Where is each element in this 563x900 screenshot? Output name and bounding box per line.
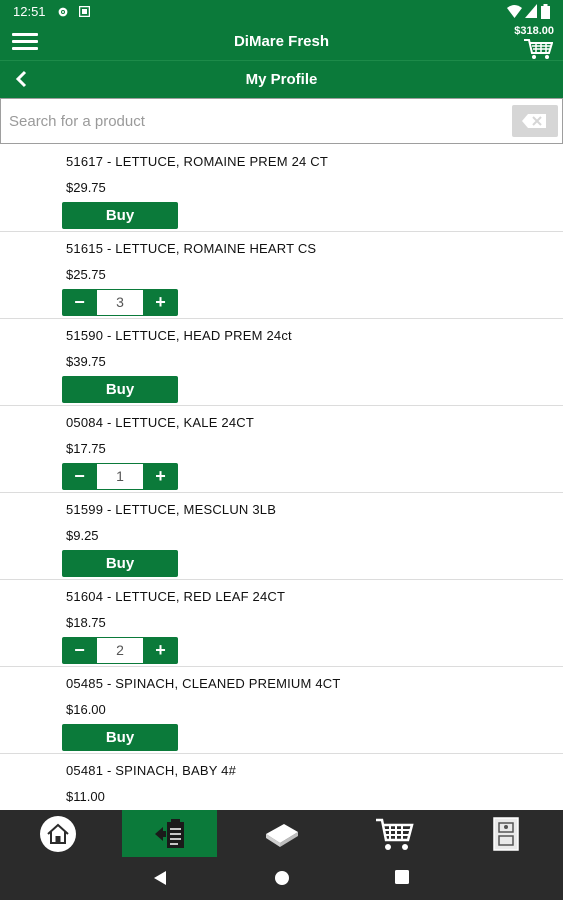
tab-home[interactable] — [10, 810, 105, 857]
decrease-quantity-button[interactable]: − — [62, 637, 97, 664]
back-nav-icon[interactable] — [152, 870, 168, 886]
buy-button[interactable]: Buy — [62, 550, 178, 577]
quantity-stepper: − 2 + — [62, 637, 178, 664]
product-name: 05485 - SPINACH, CLEANED PREMIUM 4CT — [66, 676, 341, 691]
recents-nav-icon[interactable] — [395, 870, 409, 884]
product-row: 51590 - LETTUCE, HEAD PREM 24ct $39.75 B… — [0, 319, 563, 406]
buy-button[interactable]: Buy — [62, 202, 178, 229]
tab-catalog[interactable] — [234, 810, 329, 857]
settings-icon — [58, 7, 68, 17]
product-row: 05481 - SPINACH, BABY 4# $11.00 — [0, 754, 563, 810]
search-input[interactable] — [9, 107, 509, 135]
product-row: 05485 - SPINACH, CLEANED PREMIUM 4CT $16… — [0, 667, 563, 754]
product-row: 51615 - LETTUCE, ROMAINE HEART CS $25.75… — [0, 232, 563, 319]
product-price: $9.25 — [66, 528, 99, 543]
product-name: 51615 - LETTUCE, ROMAINE HEART CS — [66, 241, 317, 256]
increase-quantity-button[interactable]: + — [143, 463, 178, 490]
product-row: 51599 - LETTUCE, MESCLUN 3LB $9.25 Buy — [0, 493, 563, 580]
quantity-field[interactable]: 2 — [97, 637, 143, 664]
product-name: 05481 - SPINACH, BABY 4# — [66, 763, 237, 778]
bottom-tab-bar — [0, 810, 563, 857]
wifi-icon — [507, 5, 522, 18]
product-name: 05084 - LETTUCE, KALE 24CT — [66, 415, 254, 430]
product-name: 51617 - LETTUCE, ROMAINE PREM 24 CT — [66, 154, 329, 169]
account-icon — [492, 816, 519, 851]
status-time: 12:51 — [13, 4, 46, 19]
product-price: $25.75 — [66, 267, 106, 282]
quantity-stepper: − 3 + — [62, 289, 178, 316]
system-nav-bar — [0, 857, 563, 900]
increase-quantity-button[interactable]: + — [143, 637, 178, 664]
catalog-book-icon — [265, 823, 298, 847]
cart-icon[interactable] — [523, 38, 553, 60]
increase-quantity-button[interactable]: + — [143, 289, 178, 316]
backspace-icon — [522, 114, 546, 128]
product-price: $18.75 — [66, 615, 106, 630]
product-name: 51599 - LETTUCE, MESCLUN 3LB — [66, 502, 277, 517]
decrease-quantity-button[interactable]: − — [62, 289, 97, 316]
notification-icon — [79, 6, 90, 17]
order-guide-icon — [154, 818, 184, 848]
home-nav-icon[interactable] — [274, 870, 290, 886]
product-name: 51604 - LETTUCE, RED LEAF 24CT — [66, 589, 286, 604]
tab-order-guide[interactable] — [122, 810, 217, 857]
buy-button[interactable]: Buy — [62, 376, 178, 403]
page-header: My Profile — [0, 60, 563, 98]
product-row: 05084 - LETTUCE, KALE 24CT $17.75 − 1 + — [0, 406, 563, 493]
search-bar — [0, 98, 563, 144]
decrease-quantity-button[interactable]: − — [62, 463, 97, 490]
product-price: $17.75 — [66, 441, 106, 456]
signal-icon — [525, 4, 537, 18]
quantity-field[interactable]: 3 — [97, 289, 143, 316]
status-bar: 12:51 — [0, 0, 563, 24]
home-icon — [39, 815, 76, 852]
product-name: 51590 - LETTUCE, HEAD PREM 24ct — [66, 328, 292, 343]
app-bar: DiMare Fresh $318.00 — [0, 24, 563, 60]
quantity-field[interactable]: 1 — [97, 463, 143, 490]
product-list: 51617 - LETTUCE, ROMAINE PREM 24 CT $29.… — [0, 145, 563, 810]
product-price: $16.00 — [66, 702, 106, 717]
product-row: 51604 - LETTUCE, RED LEAF 24CT $18.75 − … — [0, 580, 563, 667]
battery-icon — [541, 4, 550, 19]
product-price: $39.75 — [66, 354, 106, 369]
product-row: 51617 - LETTUCE, ROMAINE PREM 24 CT $29.… — [0, 145, 563, 232]
product-price: $29.75 — [66, 180, 106, 195]
cart-total: $318.00 — [514, 25, 554, 37]
quantity-stepper: − 1 + — [62, 463, 178, 490]
tab-account[interactable] — [458, 810, 553, 857]
tab-cart[interactable] — [346, 810, 441, 857]
buy-button[interactable]: Buy — [62, 724, 178, 751]
cart-icon — [375, 818, 414, 850]
product-price: $11.00 — [66, 789, 105, 804]
page-title: My Profile — [245, 71, 318, 88]
app-title: DiMare Fresh — [233, 33, 330, 50]
clear-search-button[interactable] — [512, 105, 558, 137]
